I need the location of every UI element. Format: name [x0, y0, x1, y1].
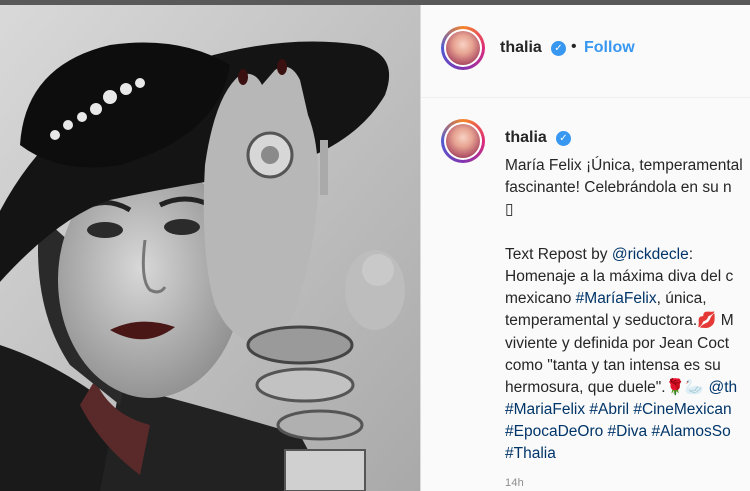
header-separator: • [571, 38, 577, 55]
caption-avatar[interactable] [441, 119, 485, 163]
post-photo-illustration [0, 5, 420, 491]
caption-line: mexicano #MaríaFelix, única, [505, 288, 750, 310]
caption-text: mexicano [505, 290, 576, 308]
caption-verified-badge-icon: ✓ [556, 131, 571, 146]
caption-line: hermosura, que duele".🌹🦢 @th [505, 377, 750, 399]
caption-line: Text Repost by @rickdecle: [505, 244, 750, 266]
caption-line: María Felix ¡Única, temperamental [505, 155, 750, 177]
header-username[interactable]: thalia [500, 39, 542, 57]
caption-text: : [688, 245, 694, 263]
caption-line: #EpocaDeOro #Diva #AlamosSo [505, 421, 750, 443]
caption-text: ▯ [505, 201, 514, 219]
hashtag-link[interactable]: #MariaFelix #Abril #CineMexican [505, 401, 732, 418]
caption-text: como "tanta y tan intensa es su [505, 356, 721, 374]
caption-line [505, 222, 750, 244]
hashtag-link[interactable]: #Thalia [505, 445, 556, 462]
caption-line: como "tanta y tan intensa es su [505, 355, 750, 377]
post-header: thalia ✓ • Follow [421, 5, 750, 98]
caption-text: Text Repost by [505, 245, 612, 263]
mention-link[interactable]: @rickdecle [612, 246, 689, 263]
caption-text: María Felix ¡Única, temperamental [505, 157, 743, 174]
follow-button[interactable]: Follow [584, 39, 635, 57]
caption-line: fascinante! Celebrándola en su n [505, 177, 750, 199]
caption-line: temperamental y seductora.💋 M [505, 310, 750, 332]
post-image[interactable] [0, 5, 420, 491]
caption-username[interactable]: thalia [505, 129, 547, 147]
caption-line: Homenaje a la máxima diva del c [505, 266, 750, 288]
caption-text: hermosura, que duele".🌹🦢 [505, 378, 709, 396]
post-caption: María Felix ¡Única, temperamental fascina… [505, 155, 750, 466]
mention-link[interactable]: @th [709, 379, 738, 396]
hashtag-link[interactable]: #EpocaDeOro #Diva #AlamosSo [505, 423, 731, 440]
hashtag-link[interactable]: #MaríaFelix [576, 290, 657, 307]
caption-line: ▯ [505, 199, 750, 221]
caption-text: viviente y definida por Jean Coct [505, 334, 730, 352]
post-side-panel: thalia ✓ • Follow thalia ✓ María Felix ¡… [420, 5, 750, 491]
verified-badge-icon: ✓ [551, 41, 566, 56]
caption-text: fascinante! Celebrándola en su n [505, 179, 732, 197]
caption-line: viviente y definida por Jean Coct [505, 333, 750, 355]
caption-text: Homenaje a la máxima diva del c [505, 267, 734, 285]
caption-line: #Thalia [505, 443, 750, 465]
header-avatar[interactable] [441, 26, 485, 70]
caption-line: #MariaFelix #Abril #CineMexican [505, 399, 750, 421]
caption-text: , única, [656, 290, 707, 308]
post-timestamp[interactable]: 14h [505, 477, 524, 489]
caption-text: temperamental y seductora.💋 M [505, 312, 734, 330]
